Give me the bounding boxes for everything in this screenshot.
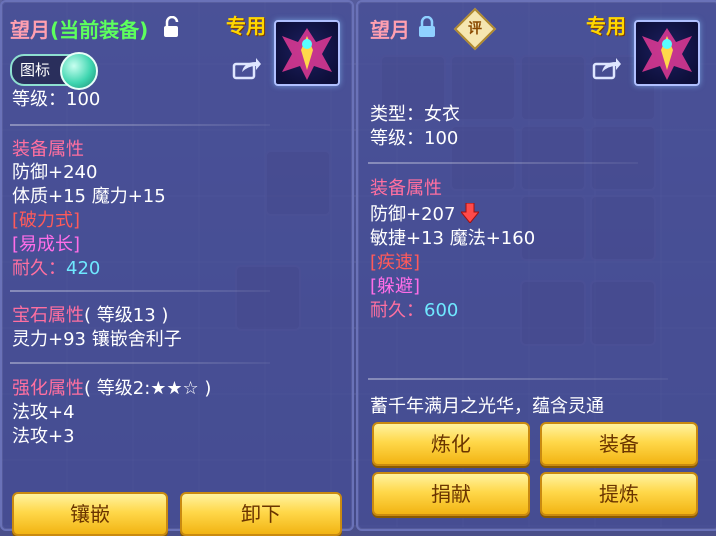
special-effect: [易成长]	[12, 234, 81, 255]
equipped-status: (当前装备)	[50, 18, 149, 42]
item-level: 等级：100	[12, 89, 101, 110]
equip-button[interactable]: 装备	[540, 422, 698, 466]
enhance-stat: 法攻+4	[12, 402, 75, 423]
defense-stat: 防御+240	[12, 162, 98, 183]
exclusive-label: 专用	[226, 14, 266, 38]
durability-label: 耐久：	[370, 300, 424, 321]
item-name: 望月	[370, 18, 410, 42]
special-effect: [破力式]	[12, 210, 81, 231]
defense-stat: 防御+207	[370, 204, 456, 225]
durability-row: 耐久：600	[370, 296, 458, 322]
equip-attr-header: 装备属性	[370, 178, 442, 199]
icon-toggle-label: 图标	[20, 61, 51, 79]
item-name: 望月	[10, 18, 50, 42]
unlock-icon[interactable]	[162, 16, 182, 38]
durability-value: 600	[424, 300, 459, 321]
item-level: 等级：100	[370, 128, 459, 149]
divider	[10, 290, 270, 292]
icon-toggle[interactable]: 图标	[10, 52, 98, 90]
unequip-button[interactable]: 卸下	[180, 492, 342, 536]
share-icon[interactable]	[232, 56, 262, 80]
gem-level: ( 等级13 )	[84, 305, 169, 326]
item-portrait	[274, 20, 340, 86]
special-effect: [躲避]	[370, 276, 421, 297]
gem-stat: 灵力+93 镶嵌舍利子	[12, 329, 182, 350]
durability-row: 耐久：420	[12, 254, 100, 280]
compare-item-panel: 望月 评 专用 类型：女衣 等级：100 装备属性 防御+207 敏捷+13 魔…	[356, 0, 716, 531]
bonus-stats: 敏捷+13 魔法+160	[370, 228, 536, 249]
bonus-stats: 体质+15 魔力+15	[12, 186, 166, 207]
durability-label: 耐久：	[12, 258, 66, 279]
arrow-down-icon	[460, 202, 481, 224]
divider	[368, 162, 638, 164]
divider	[368, 378, 668, 380]
lock-icon[interactable]	[418, 16, 436, 38]
durability-value: 420	[66, 258, 101, 279]
defense-row: 防御+207	[370, 200, 481, 226]
enhance-stat: 法攻+3	[12, 426, 75, 447]
enhance-level: ( 等级2:★★☆ )	[84, 378, 212, 399]
item-title: 望月(当前装备)	[10, 14, 148, 43]
rating-badge-text: 评	[468, 21, 482, 37]
item-type: 类型：女衣	[370, 104, 460, 125]
inlay-button[interactable]: 镶嵌	[12, 492, 168, 536]
enhance-attr-header: 强化属性	[12, 378, 84, 399]
share-icon[interactable]	[592, 56, 622, 80]
exclusive-label: 专用	[586, 14, 626, 38]
item-portrait-art	[282, 28, 332, 80]
divider	[10, 362, 270, 364]
gem-header-row: 宝石属性( 等级13 )	[12, 301, 168, 327]
extract-button[interactable]: 提炼	[540, 472, 698, 516]
item-portrait	[634, 20, 700, 86]
donate-button[interactable]: 捐献	[372, 472, 530, 516]
equipped-item-panel: 望月(当前装备) 专用 图标 等级：100 装备属性 防御+240 体质+15 …	[0, 0, 354, 536]
refine-button[interactable]: 炼化	[372, 422, 530, 466]
item-portrait-art	[642, 28, 692, 80]
item-description: 蓄千年满月之光华，蕴含灵通	[370, 396, 604, 417]
gem-attr-header: 宝石属性	[12, 305, 84, 326]
divider	[10, 124, 270, 126]
special-effect: [疾速]	[370, 252, 421, 273]
enhance-header-row: 强化属性( 等级2:★★☆ )	[12, 374, 211, 400]
